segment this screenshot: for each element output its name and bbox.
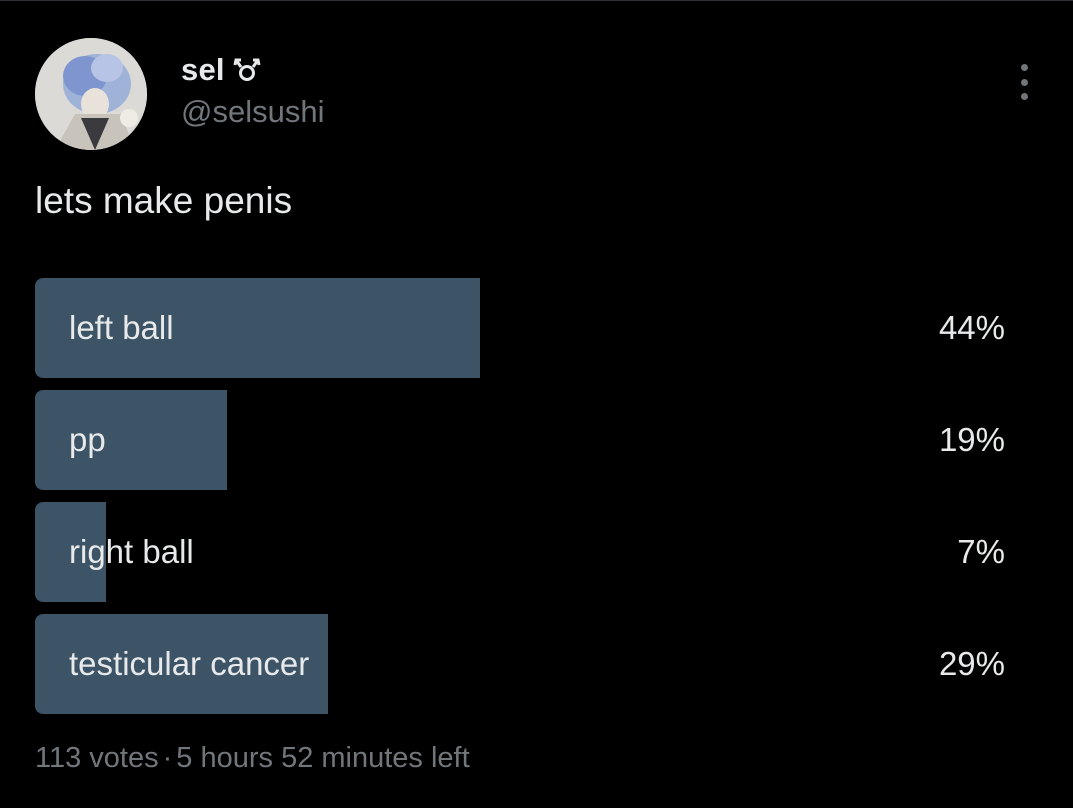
more-options-icon[interactable]: [1013, 64, 1035, 100]
poll-option[interactable]: left ball 44%: [35, 278, 1005, 378]
vote-count: 113 votes: [35, 742, 159, 774]
tweet-header: sel @selsushi: [35, 38, 1045, 150]
poll-option-percent: 44%: [938, 309, 1005, 346]
poll-option-percent: 29%: [938, 645, 1005, 682]
time-left: 5 hours 52 minutes left: [176, 742, 470, 774]
poll-option-label: pp: [69, 421, 106, 458]
poll-option[interactable]: right ball 7%: [35, 502, 1005, 602]
tweet-text: lets make penis: [35, 180, 293, 221]
poll-option-label: testicular cancer: [69, 645, 310, 682]
handle[interactable]: @selsushi: [181, 94, 324, 130]
more-dot: [1020, 93, 1028, 100]
top-divider: [0, 0, 1073, 1]
poll-option[interactable]: testicular cancer 29%: [35, 614, 1005, 714]
poll-option[interactable]: pp 19%: [35, 390, 1005, 490]
poll: left ball 44% pp 19% right ball 7% testi…: [35, 278, 1005, 726]
gender-symbol-icon: [233, 56, 261, 84]
poll-option-percent: 19%: [938, 421, 1005, 458]
more-dot: [1020, 64, 1028, 71]
poll-option-percent: 7%: [957, 533, 1005, 570]
poll-meta: 113 votes · 5 hours 52 minutes left: [35, 742, 470, 775]
poll-option-label: right ball: [69, 533, 194, 570]
display-name[interactable]: sel: [181, 52, 225, 88]
poll-option-label: left ball: [69, 309, 174, 346]
avatar-image: [35, 38, 147, 150]
more-dot: [1020, 78, 1028, 86]
display-name-row: sel: [181, 52, 324, 88]
poll-option-bar: [35, 390, 227, 490]
meta-separator: ·: [162, 742, 173, 774]
author-names: sel @selsushi: [181, 52, 324, 130]
avatar[interactable]: [35, 38, 147, 150]
